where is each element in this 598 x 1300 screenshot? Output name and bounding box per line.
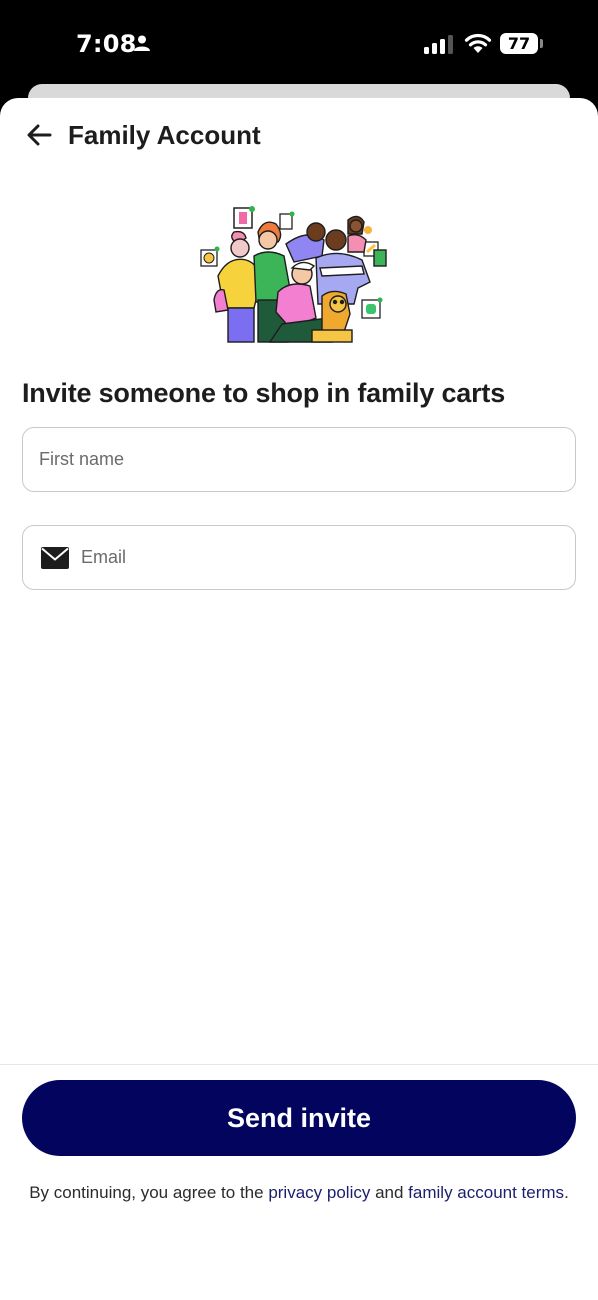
wifi-icon	[464, 33, 492, 53]
cellular-signal-icon	[424, 35, 453, 54]
envelope-icon	[41, 547, 69, 569]
family-group-illustration	[200, 206, 387, 343]
legal-suffix: .	[564, 1183, 569, 1202]
email-field[interactable]	[22, 525, 576, 590]
status-bar: 7:08 77	[0, 0, 598, 90]
first-name-input[interactable]	[39, 428, 559, 491]
arrow-left-icon	[27, 124, 52, 146]
send-invite-button[interactable]: Send invite	[22, 1080, 576, 1156]
family-account-sheet: Family Account Invite someone to shop in…	[0, 98, 598, 1300]
email-input[interactable]	[81, 526, 561, 589]
battery-tip	[540, 39, 543, 48]
legal-prefix: By continuing, you agree to the	[29, 1183, 269, 1202]
first-name-field[interactable]	[22, 427, 576, 492]
back-button[interactable]	[24, 120, 54, 150]
family-account-terms-link[interactable]: family account terms	[408, 1183, 564, 1202]
invite-heading: Invite someone to shop in family carts	[22, 378, 506, 408]
footer-divider	[0, 1064, 598, 1065]
legal-text: By continuing, you agree to the privacy …	[24, 1182, 574, 1204]
header: Family Account	[0, 98, 598, 174]
legal-and: and	[370, 1183, 409, 1202]
page-title: Family Account	[68, 120, 261, 150]
person-icon	[134, 35, 150, 51]
battery-indicator: 77	[500, 33, 538, 54]
status-time: 7:08	[76, 30, 137, 58]
privacy-policy-link[interactable]: privacy policy	[268, 1183, 370, 1202]
